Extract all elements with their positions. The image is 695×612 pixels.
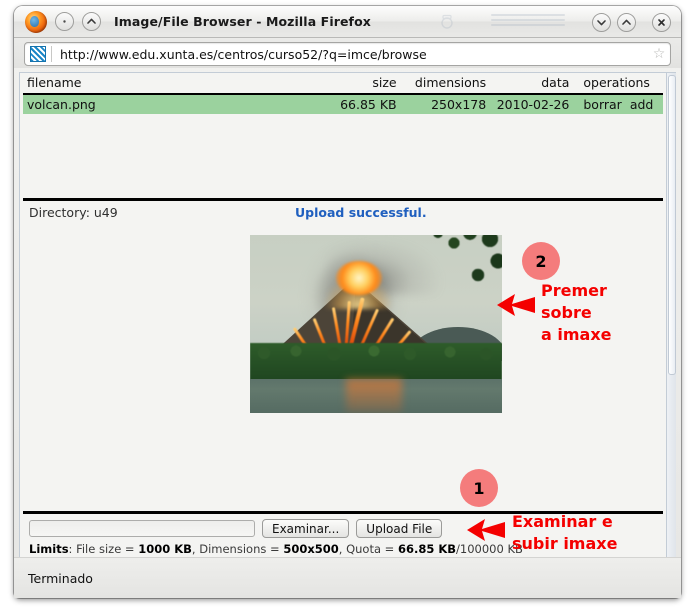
camera-icon: [437, 12, 457, 32]
preview-area: 2 Premer sobre a imaxe: [23, 223, 663, 467]
limits-prefix: Limits: [29, 542, 69, 556]
status-text: Terminado: [14, 571, 93, 586]
firefox-icon: [25, 11, 47, 33]
minimize-button[interactable]: [592, 13, 611, 32]
limits-dimensions-value: 500x500: [283, 542, 338, 556]
chevron-down-icon: [595, 16, 608, 29]
star-icon[interactable]: ☆: [648, 46, 670, 62]
close-icon: [655, 16, 668, 29]
step-2-badge: 2: [522, 242, 560, 280]
window-shade-button[interactable]: [55, 12, 74, 31]
limits-filesize-label: File size =: [76, 542, 138, 556]
status-bar: Terminado: [14, 557, 681, 598]
arrow-left-icon: [495, 291, 537, 319]
address-bar[interactable]: http://www.edu.xunta.es/centros/curso52/…: [24, 42, 671, 66]
column-header-size[interactable]: size: [317, 73, 400, 94]
cell-dimensions: 250x178: [401, 94, 491, 114]
file-list-empty-space: [23, 114, 663, 198]
limits-quota-used: 66.85 KB: [398, 542, 456, 556]
dot-icon: [58, 15, 71, 28]
directory-bar: Directory: u49 Upload successful.: [23, 201, 663, 223]
upload-status-message: Upload successful.: [295, 205, 427, 220]
table-row[interactable]: volcan.png 66.85 KB 250x178 2010-02-26 b…: [23, 94, 663, 114]
chevron-up-icon: [620, 16, 633, 29]
arrow-left-icon: [465, 516, 507, 544]
cell-size: 66.85 KB: [317, 94, 400, 114]
window-titlebar: Image/File Browser - Mozilla Firefox: [14, 6, 681, 38]
limits-sep-2: ,: [339, 542, 346, 556]
file-path-input[interactable]: [29, 520, 255, 537]
page-viewport: filename size dimensions data operations…: [19, 72, 676, 581]
file-list-table: filename size dimensions data operations…: [23, 73, 663, 114]
navigation-toolbar: http://www.edu.xunta.es/centros/curso52/…: [14, 38, 681, 68]
limits-filesize-value: 1000 KB: [138, 542, 192, 556]
titlebar-decoration: [435, 12, 565, 32]
url-text[interactable]: http://www.edu.xunta.es/centros/curso52/…: [52, 47, 648, 62]
column-header-operations[interactable]: operations: [573, 73, 663, 94]
site-favicon-icon: [30, 46, 46, 62]
step-2-text: Premer sobre a imaxe: [541, 280, 663, 346]
vertical-scrollbar[interactable]: [666, 73, 676, 580]
page-content: filename size dimensions data operations…: [20, 73, 666, 580]
window-title: Image/File Browser - Mozilla Firefox: [114, 14, 371, 29]
cell-operations: borrar add: [573, 94, 663, 114]
limits-quota-label: Quota =: [346, 542, 398, 556]
scrollbar-thumb[interactable]: [668, 75, 676, 375]
add-link[interactable]: add: [630, 97, 654, 112]
step-1-text: Examinar e subir imaxe: [512, 511, 617, 555]
delete-link[interactable]: borrar: [583, 97, 621, 112]
window-rollup-button[interactable]: [82, 12, 101, 31]
step-1-badge-area: 1: [23, 467, 663, 511]
column-header-data[interactable]: data: [490, 73, 573, 94]
step-1-badge: 1: [460, 469, 498, 507]
cell-filename[interactable]: volcan.png: [23, 94, 317, 114]
lava-reflection: [346, 379, 402, 413]
crater-glow: [336, 261, 382, 295]
cell-data: 2010-02-26: [490, 94, 573, 114]
window-controls: [586, 6, 671, 38]
maximize-button[interactable]: [617, 13, 636, 32]
table-header-row: filename size dimensions data operations: [23, 73, 663, 94]
upload-file-button[interactable]: Upload File: [356, 519, 442, 538]
directory-label: Directory: u49: [29, 205, 118, 220]
column-header-filename[interactable]: filename: [23, 73, 317, 94]
limits-colon: :: [69, 542, 77, 556]
browser-window: Image/File Browser - Mozilla Firefox: [14, 6, 681, 598]
limits-dimensions-label: Dimensions =: [199, 542, 283, 556]
column-header-dimensions[interactable]: dimensions: [401, 73, 491, 94]
volcano-image-preview[interactable]: [250, 235, 502, 413]
jungle-band: [250, 343, 502, 381]
tree-branch: [412, 235, 502, 293]
close-button[interactable]: [652, 13, 671, 32]
chevron-up-icon: [85, 15, 98, 28]
upload-form: Examinar... Upload File Examinar e subir…: [23, 514, 663, 538]
browse-button[interactable]: Examinar...: [262, 519, 349, 538]
